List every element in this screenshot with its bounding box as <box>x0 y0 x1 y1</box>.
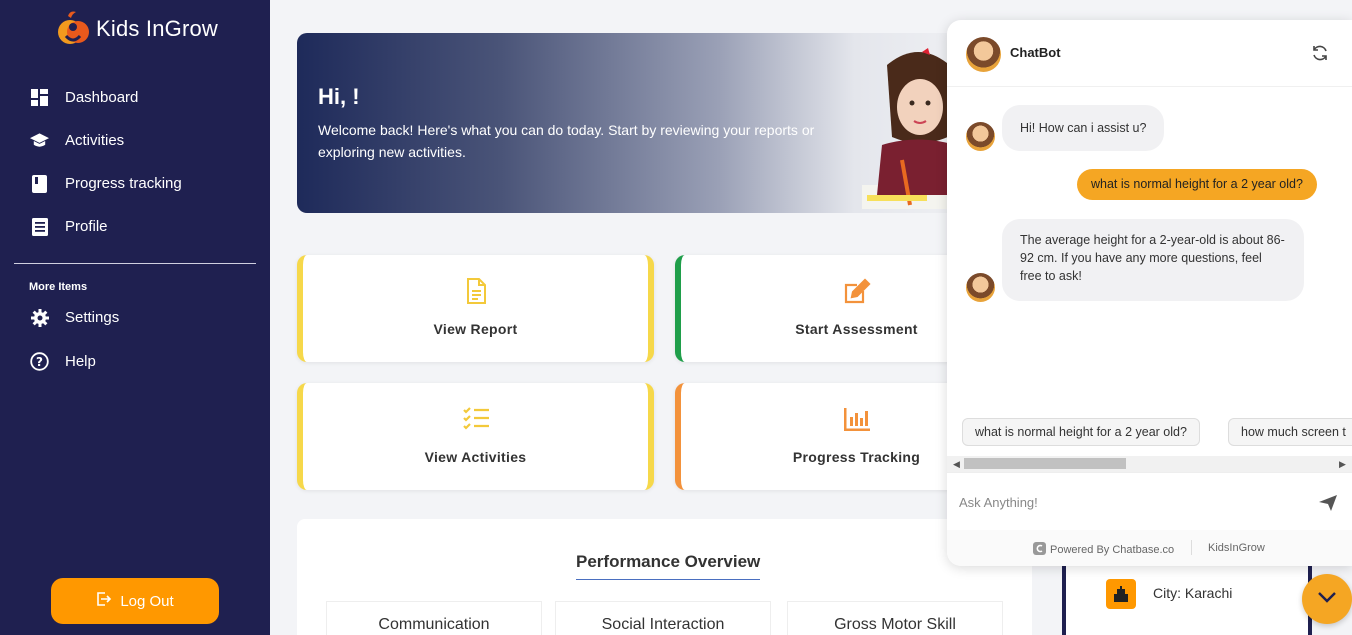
sidebar-item-label: Settings <box>65 309 120 326</box>
book-icon <box>30 174 49 193</box>
tab-gross-motor-skill[interactable]: Gross Motor Skill <box>787 601 1003 635</box>
profile-info-card: City: Karachi <box>1062 560 1312 635</box>
footer-brand-link[interactable]: KidsInGrow <box>1208 542 1265 554</box>
list-icon <box>30 217 49 236</box>
more-items-heading: More Items <box>29 281 88 293</box>
logout-icon <box>96 591 112 611</box>
gear-icon <box>30 308 49 327</box>
performance-overview: Performance Overview Communication Socia… <box>297 519 1032 635</box>
bot-message: The average height for a 2-year-old is a… <box>1002 219 1304 301</box>
welcome-banner: Hi, ! Welcome back! Here's what you can … <box>297 33 977 213</box>
sidebar: Kids InGrow Dashboard Activities Progres… <box>0 0 270 635</box>
chat-title: ChatBot <box>1010 45 1061 60</box>
logout-label: Log Out <box>120 592 174 610</box>
bar-chart-icon <box>843 405 871 433</box>
chat-footer: Powered By Chatbase.co KidsInGrow <box>947 530 1352 566</box>
view-report-card[interactable]: View Report <box>297 255 654 362</box>
performance-title: Performance Overview <box>576 552 761 580</box>
question-icon: ? <box>30 352 49 371</box>
logout-button[interactable]: Log Out <box>51 578 219 624</box>
svg-text:?: ? <box>36 355 43 369</box>
sidebar-item-label: Progress tracking <box>65 175 182 192</box>
sidebar-item-label: Activities <box>65 132 125 149</box>
tab-communication[interactable]: Communication <box>326 601 542 635</box>
bot-avatar <box>966 122 995 151</box>
graduation-cap-icon <box>30 131 49 150</box>
user-message: what is normal height for a 2 year old? <box>1077 169 1317 200</box>
sidebar-item-label: Help <box>65 353 96 370</box>
chatbase-icon <box>1033 542 1046 558</box>
chat-input-placeholder: Ask Anything! <box>959 495 1038 510</box>
brand[interactable]: Kids InGrow <box>56 10 218 48</box>
dashboard-icon <box>30 88 49 107</box>
scroll-left-icon[interactable]: ◀ <box>953 459 960 470</box>
city-text: City: Karachi <box>1153 585 1233 601</box>
tab-social-interaction[interactable]: Social Interaction <box>555 601 771 635</box>
sidebar-item-dashboard[interactable]: Dashboard <box>30 88 138 107</box>
sidebar-item-help[interactable]: ? Help <box>30 352 96 371</box>
suggestion-chips: what is normal height for a 2 year old? … <box>947 418 1352 456</box>
banner-title: Hi, ! <box>318 84 360 109</box>
bot-message: Hi! How can i assist u? <box>1002 105 1165 151</box>
sidebar-item-progress-tracking[interactable]: Progress tracking <box>30 174 182 193</box>
suggestion-chip[interactable]: what is normal height for a 2 year old? <box>962 418 1200 446</box>
card-label: View Report <box>433 321 518 337</box>
footer-separator <box>1191 540 1192 555</box>
send-icon[interactable] <box>1319 495 1337 511</box>
sidebar-item-settings[interactable]: Settings <box>30 308 119 327</box>
chatbot-avatar <box>966 37 1001 72</box>
sidebar-item-label: Profile <box>65 218 108 235</box>
chat-input-field[interactable]: Ask Anything! <box>947 472 1352 530</box>
chat-header: ChatBot <box>947 20 1352 87</box>
refresh-icon[interactable] <box>1310 43 1330 63</box>
suggestion-chip[interactable]: how much screen t <box>1228 418 1352 446</box>
chat-toggle-button[interactable] <box>1302 574 1352 624</box>
sidebar-item-profile[interactable]: Profile <box>30 217 108 236</box>
chatbot-window: ChatBot Hi! How can i assist u? what is … <box>947 20 1352 566</box>
checklist-icon <box>462 405 490 433</box>
scroll-right-icon[interactable]: ▶ <box>1339 459 1346 470</box>
bot-avatar <box>966 273 995 302</box>
brand-name: Kids InGrow <box>96 16 219 41</box>
sidebar-item-label: Dashboard <box>65 89 139 106</box>
horizontal-scrollbar[interactable]: ◀ ▶ <box>947 456 1352 472</box>
powered-by-text: Powered By Chatbase.co <box>1050 544 1175 556</box>
building-icon <box>1106 579 1136 609</box>
sidebar-divider <box>14 263 256 264</box>
edit-icon <box>843 277 871 305</box>
document-icon <box>462 277 490 305</box>
scrollbar-thumb[interactable] <box>964 458 1126 469</box>
sidebar-item-activities[interactable]: Activities <box>30 131 124 150</box>
chevron-down-icon <box>1317 590 1337 608</box>
kids-ingrow-logo-icon <box>56 10 90 48</box>
banner-text: Welcome back! Here's what you can do tod… <box>318 122 815 160</box>
powered-by[interactable]: Powered By Chatbase.co <box>1033 542 1174 558</box>
view-activities-card[interactable]: View Activities <box>297 383 654 490</box>
card-label: View Activities <box>424 449 527 465</box>
